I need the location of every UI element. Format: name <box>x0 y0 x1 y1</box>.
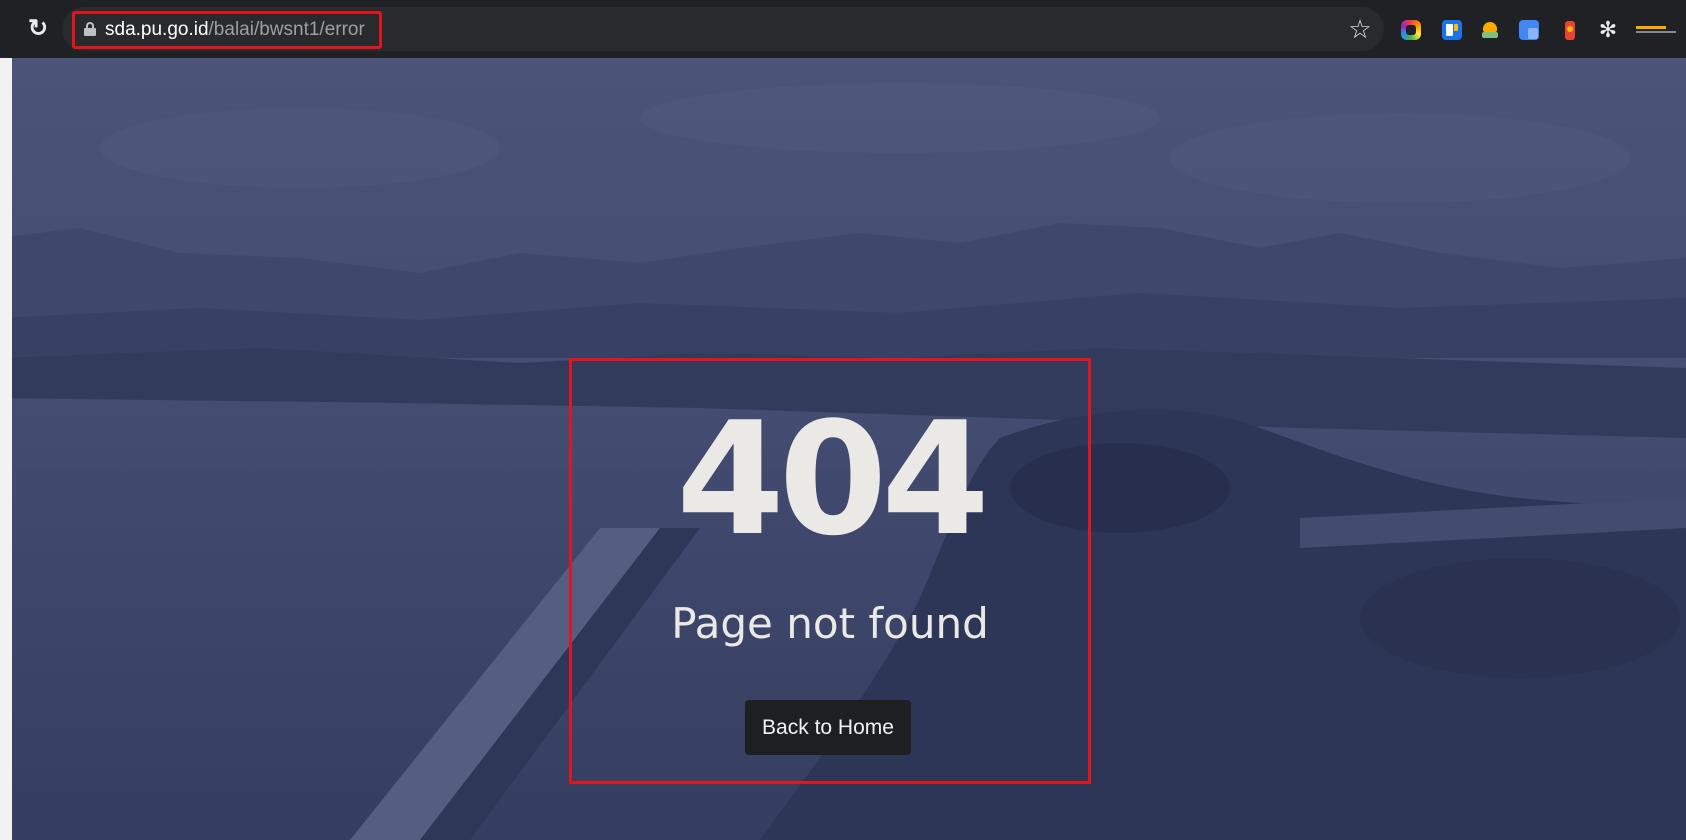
red-figure-extension-icon[interactable] <box>1560 20 1580 40</box>
url-host: sda.pu.go.id <box>105 19 209 40</box>
error-message: Page not found <box>671 599 989 648</box>
back-to-home-button[interactable]: Back to Home <box>745 700 911 755</box>
color-square-extension-icon[interactable] <box>1401 20 1421 40</box>
reload-icon[interactable]: ↻ <box>26 17 50 41</box>
puzzle-piece-icon[interactable]: ✻ <box>1598 19 1618 41</box>
blue-note-extension-icon[interactable] <box>1442 20 1462 40</box>
translate-extension-icon[interactable] <box>1519 20 1539 40</box>
star-icon[interactable]: ☆ <box>1346 15 1374 43</box>
lock-icon[interactable] <box>84 22 96 36</box>
left-window-edge <box>0 58 12 840</box>
face-extension-icon[interactable] <box>1480 20 1500 40</box>
url-path: /balai/bwsnt1/error <box>208 19 365 40</box>
brand-extension-icon[interactable] <box>1636 26 1676 36</box>
url-text[interactable]: sda.pu.go.id/balai/bwsnt1/error <box>105 18 365 42</box>
browser-toolbar: ↻ sda.pu.go.id/balai/bwsnt1/error ☆ ✻ <box>0 0 1686 58</box>
error-code: 404 <box>676 388 990 570</box>
